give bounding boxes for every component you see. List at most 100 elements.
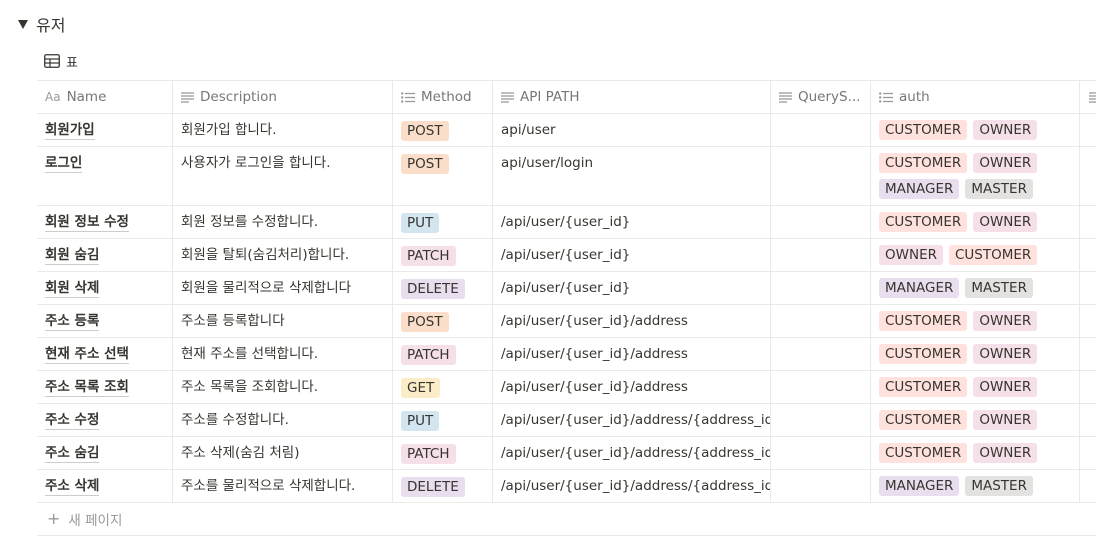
table-row[interactable]: 로그인 사용자가 로그인을 합니다. POST api/user/login CUSTO…: [37, 147, 1096, 206]
api-path-cell[interactable]: api/user: [493, 114, 771, 146]
page-title-link[interactable]: 주소 목록 조회: [45, 378, 129, 397]
description-cell[interactable]: 회원 정보를 수정합니다.: [173, 206, 393, 238]
query-cell[interactable]: [771, 404, 871, 436]
description-cell[interactable]: 주소 삭제(숨김 처림): [173, 437, 393, 469]
method-tag: POST: [401, 121, 449, 141]
api-path-cell[interactable]: /api/user/{user_id}/address/{address_id}: [493, 404, 771, 436]
view-tab-table[interactable]: 표: [44, 50, 78, 72]
api-path-cell[interactable]: /api/user/{user_id}/address: [493, 305, 771, 337]
name-cell[interactable]: 회원 숨김: [37, 239, 173, 271]
name-cell[interactable]: 현재 주소 선택: [37, 338, 173, 370]
page-title-link[interactable]: 주소 등록: [45, 312, 100, 331]
method-cell[interactable]: GET: [393, 371, 493, 403]
api-path-cell[interactable]: /api/user/{user_id}: [493, 239, 771, 271]
table-row[interactable]: 회원 삭제 회원을 물리적으로 삭제합니다 DELETE/api/user/{use…: [37, 272, 1096, 305]
auth-cell[interactable]: CUSTOMER OWNER: [871, 437, 1080, 469]
auth-cell[interactable]: CUSTOMER OWNER: [871, 305, 1080, 337]
description-cell[interactable]: 주소 목록을 조회합니다.: [173, 371, 393, 403]
api-path-cell[interactable]: /api/user/{user_id}: [493, 206, 771, 238]
method-cell[interactable]: PUT: [393, 206, 493, 238]
api-path-cell[interactable]: api/user/login: [493, 147, 771, 205]
auth-cell[interactable]: MANAGER MASTER: [871, 470, 1080, 502]
auth-cell[interactable]: MANAGER MASTER: [871, 272, 1080, 304]
description-cell[interactable]: 주소를 수정합니다.: [173, 404, 393, 436]
method-cell[interactable]: PUT: [393, 404, 493, 436]
column-header-description[interactable]: Description: [173, 81, 393, 113]
table-row[interactable]: 주소 목록 조회 주소 목록을 조회합니다. GET/api/user/{user_…: [37, 371, 1096, 404]
description-cell[interactable]: 회원가입 합니다.: [173, 114, 393, 146]
auth-cell[interactable]: CUSTOMER OWNER: [871, 404, 1080, 436]
description-cell[interactable]: 사용자가 로그인을 합니다.: [173, 147, 393, 205]
page-title-link[interactable]: 회원가입: [45, 121, 95, 140]
new-page-button[interactable]: + 새 페이지: [37, 503, 1096, 536]
api-path-cell[interactable]: /api/user/{user_id}: [493, 272, 771, 304]
column-header-query[interactable]: QueryS...: [771, 81, 871, 113]
name-cell[interactable]: 주소 삭제: [37, 470, 173, 502]
method-cell[interactable]: POST: [393, 147, 493, 205]
name-cell[interactable]: 회원 삭제: [37, 272, 173, 304]
method-cell[interactable]: POST: [393, 305, 493, 337]
page-title-link[interactable]: 회원 숨김: [45, 246, 100, 265]
column-header-method[interactable]: Method: [393, 81, 493, 113]
page-title-link[interactable]: 회원 정보 수정: [45, 213, 129, 232]
query-cell[interactable]: [771, 147, 871, 205]
toggle-triangle-icon[interactable]: [18, 19, 28, 29]
method-cell[interactable]: PATCH: [393, 338, 493, 370]
page-title-link[interactable]: 주소 수정: [45, 411, 100, 430]
table-row[interactable]: 주소 삭제 주소를 물리적으로 삭제합니다. DELETE/api/user/{us…: [37, 470, 1096, 503]
description-cell[interactable]: 회원을 물리적으로 삭제합니다: [173, 272, 393, 304]
name-cell[interactable]: 주소 수정: [37, 404, 173, 436]
api-path-cell[interactable]: /api/user/{user_id}/address/{address_id}: [493, 437, 771, 469]
page-title-link[interactable]: 회원 삭제: [45, 279, 100, 298]
table-row[interactable]: 회원 정보 수정 회원 정보를 수정합니다. PUT/api/user/{user_…: [37, 206, 1096, 239]
query-cell[interactable]: [771, 371, 871, 403]
section-toggle[interactable]: 유저: [14, 12, 65, 36]
page-title-link[interactable]: 주소 삭제: [45, 477, 100, 496]
column-header-api-path[interactable]: API PATH: [493, 81, 771, 113]
column-header-auth[interactable]: auth: [871, 81, 1080, 113]
page-title-link[interactable]: 로그인: [45, 154, 83, 173]
name-cell[interactable]: 주소 목록 조회: [37, 371, 173, 403]
auth-cell[interactable]: OWNER CUSTOMER: [871, 239, 1080, 271]
api-path-cell[interactable]: /api/user/{user_id}/address/{address_id}: [493, 470, 771, 502]
auth-cell[interactable]: CUSTOMER OWNER: [871, 206, 1080, 238]
description-cell[interactable]: 주소를 등록합니다: [173, 305, 393, 337]
table-row[interactable]: 주소 등록 주소를 등록합니다 POST/api/user/{user_id}/ad…: [37, 305, 1096, 338]
name-cell[interactable]: 회원가입: [37, 114, 173, 146]
table-row[interactable]: 주소 수정 주소를 수정합니다. PUT/api/user/{user_id}/ad…: [37, 404, 1096, 437]
description-cell[interactable]: 현재 주소를 선택합니다.: [173, 338, 393, 370]
query-cell[interactable]: [771, 114, 871, 146]
table-row[interactable]: 주소 숨김 주소 삭제(숨김 처림) PATCH/api/user/{user_id…: [37, 437, 1096, 470]
method-cell[interactable]: POST: [393, 114, 493, 146]
name-cell[interactable]: 회원 정보 수정: [37, 206, 173, 238]
method-cell[interactable]: DELETE: [393, 272, 493, 304]
query-cell[interactable]: [771, 470, 871, 502]
name-cell[interactable]: 주소 숨김: [37, 437, 173, 469]
api-path-cell[interactable]: /api/user/{user_id}/address: [493, 338, 771, 370]
query-cell[interactable]: [771, 338, 871, 370]
auth-cell[interactable]: CUSTOMER OWNER: [871, 114, 1080, 146]
auth-cell[interactable]: CUSTOMER OWNER MANAGER MASTER: [871, 147, 1080, 205]
column-header-overflow[interactable]: [1080, 81, 1096, 113]
method-cell[interactable]: PATCH: [393, 239, 493, 271]
table-row[interactable]: 회원 숨김 회원을 탈퇴(숨김처리)합니다. PATCH/api/user/{use…: [37, 239, 1096, 272]
name-cell[interactable]: 주소 등록: [37, 305, 173, 337]
column-header-name[interactable]: Aa Name: [37, 81, 173, 113]
description-cell[interactable]: 주소를 물리적으로 삭제합니다.: [173, 470, 393, 502]
description-cell[interactable]: 회원을 탈퇴(숨김처리)합니다.: [173, 239, 393, 271]
page-title-link[interactable]: 주소 숨김: [45, 444, 100, 463]
page-title-link[interactable]: 현재 주소 선택: [45, 345, 129, 364]
method-cell[interactable]: DELETE: [393, 470, 493, 502]
query-cell[interactable]: [771, 305, 871, 337]
table-row[interactable]: 현재 주소 선택 현재 주소를 선택합니다. PATCH/api/user/{use…: [37, 338, 1096, 371]
name-cell[interactable]: 로그인: [37, 147, 173, 205]
query-cell[interactable]: [771, 206, 871, 238]
query-cell[interactable]: [771, 272, 871, 304]
api-path-cell[interactable]: /api/user/{user_id}/address: [493, 371, 771, 403]
auth-cell[interactable]: CUSTOMER OWNER: [871, 371, 1080, 403]
method-cell[interactable]: PATCH: [393, 437, 493, 469]
auth-cell[interactable]: CUSTOMER OWNER: [871, 338, 1080, 370]
query-cell[interactable]: [771, 239, 871, 271]
query-cell[interactable]: [771, 437, 871, 469]
table-row[interactable]: 회원가입 회원가입 합니다. POST api/user CUSTOMER OWNER: [37, 114, 1096, 147]
